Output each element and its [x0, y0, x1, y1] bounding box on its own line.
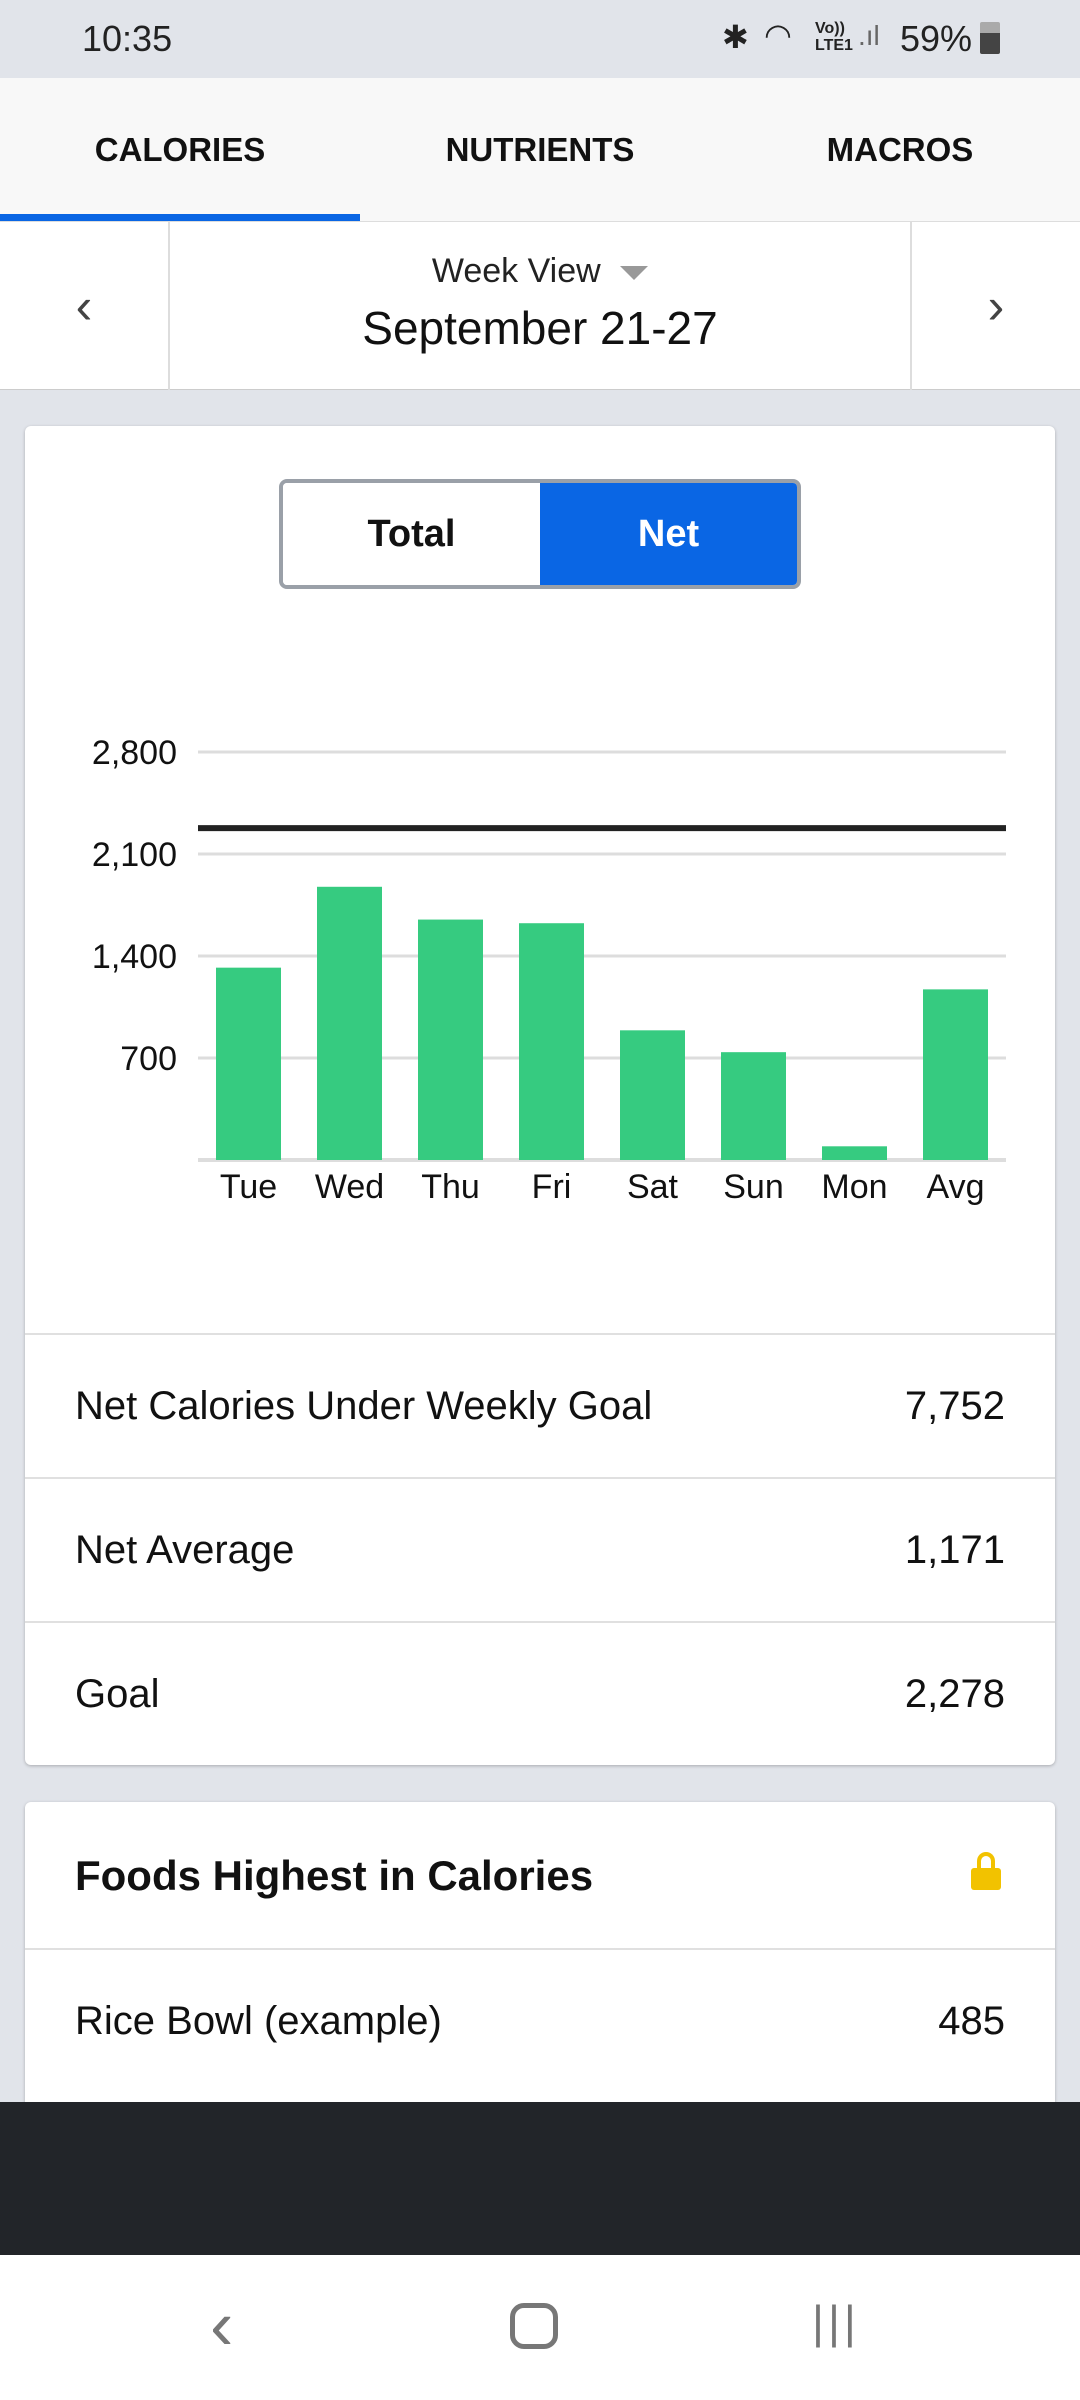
food-item[interactable]: Rice Bowl (example) 485 — [25, 1948, 1055, 2092]
y-tick-label: 2,800 — [92, 734, 177, 772]
lock-icon[interactable] — [971, 1852, 1001, 1890]
previous-week-button[interactable]: ‹ — [0, 222, 170, 390]
bar-mon — [822, 1146, 887, 1160]
foods-title: Foods Highest in Calories — [75, 1852, 594, 1899]
signal-icon: .ıl — [858, 20, 880, 51]
date-navigator: ‹ Week View September 21-27 › — [0, 222, 1080, 390]
x-tick-label: Avg — [927, 1168, 985, 1206]
y-tick-label: 1,400 — [92, 938, 177, 976]
tab-macros[interactable]: MACROS — [720, 78, 1080, 221]
system-nav-bar: ‹ ||| — [0, 2255, 1080, 2400]
calories-chart-card: Total Net 700 1,400 2,100 2,800 Tue Wed Thu Fri… — [25, 426, 1055, 1765]
bluetooth-icon: ✱ — [722, 19, 749, 55]
chevron-left-icon: ‹ — [75, 278, 93, 334]
stat-value: 1,171 — [904, 1527, 1005, 1572]
home-icon[interactable] — [510, 2303, 558, 2349]
tab-bar: CALORIES NUTRIENTS MACROS — [0, 78, 1080, 222]
x-tick-label: Fri — [532, 1168, 572, 1206]
battery-icon — [980, 22, 1000, 54]
chevron-right-icon: › — [987, 278, 1005, 334]
y-tick-label: 700 — [120, 1040, 177, 1078]
stat-label: Net Average — [75, 1527, 295, 1572]
food-name: Rice Bowl (example) — [75, 1998, 442, 2043]
y-tick-label: 2,100 — [92, 836, 177, 874]
week-view-selector[interactable]: Week View September 21-27 — [170, 222, 910, 390]
x-tick-label: Tue — [220, 1168, 277, 1206]
bar-fri — [519, 923, 584, 1160]
stat-value: 7,752 — [904, 1383, 1005, 1428]
x-tick-label: Sat — [627, 1168, 679, 1206]
back-icon[interactable]: ‹ — [210, 2285, 233, 2365]
tab-calories[interactable]: CALORIES — [0, 78, 360, 221]
bar-thu — [418, 919, 483, 1160]
bar-sun — [721, 1052, 786, 1160]
volte-indicator: Vo)) LTE1 — [815, 20, 853, 54]
stat-row: Net Calories Under Weekly Goal 7,752 — [25, 1333, 1055, 1477]
ad-banner — [0, 2102, 1080, 2255]
bar-sat — [620, 1030, 685, 1160]
x-tick-label: Wed — [315, 1168, 384, 1206]
stat-label: Net Calories Under Weekly Goal — [75, 1383, 653, 1428]
bar-tue — [216, 967, 281, 1160]
tab-nutrients[interactable]: NUTRIENTS — [360, 78, 720, 221]
net-calories-chart: 700 1,400 2,100 2,800 Tue Wed Thu Fri Sat Sun Mon A… — [92, 734, 1006, 1206]
stat-row: Goal 2,278 — [25, 1621, 1055, 1765]
status-bar: 10:35 ✱ ◠ Vo)) LTE1 .ıl 59% — [0, 0, 1080, 78]
clock: 10:35 — [82, 18, 173, 59]
next-week-button[interactable]: › — [910, 222, 1080, 390]
x-tick-label: Thu — [421, 1168, 480, 1206]
bar-wed — [317, 886, 382, 1160]
x-tick-label: Sun — [723, 1168, 784, 1206]
battery-percent: 59% — [900, 18, 973, 59]
stat-label: Goal — [75, 1671, 160, 1716]
wifi-icon: ◠ — [764, 17, 792, 53]
stat-row: Net Average 1,171 — [25, 1477, 1055, 1621]
bar-avg — [923, 989, 988, 1160]
recents-icon[interactable]: ||| — [812, 2295, 860, 2349]
date-range: September 21-27 — [362, 302, 718, 354]
x-tick-label: Mon — [821, 1168, 887, 1206]
stat-value: 2,278 — [904, 1671, 1005, 1716]
view-dropdown-label: Week View — [431, 252, 601, 290]
food-calories: 485 — [938, 1998, 1005, 2043]
caret-down-icon — [620, 266, 649, 281]
